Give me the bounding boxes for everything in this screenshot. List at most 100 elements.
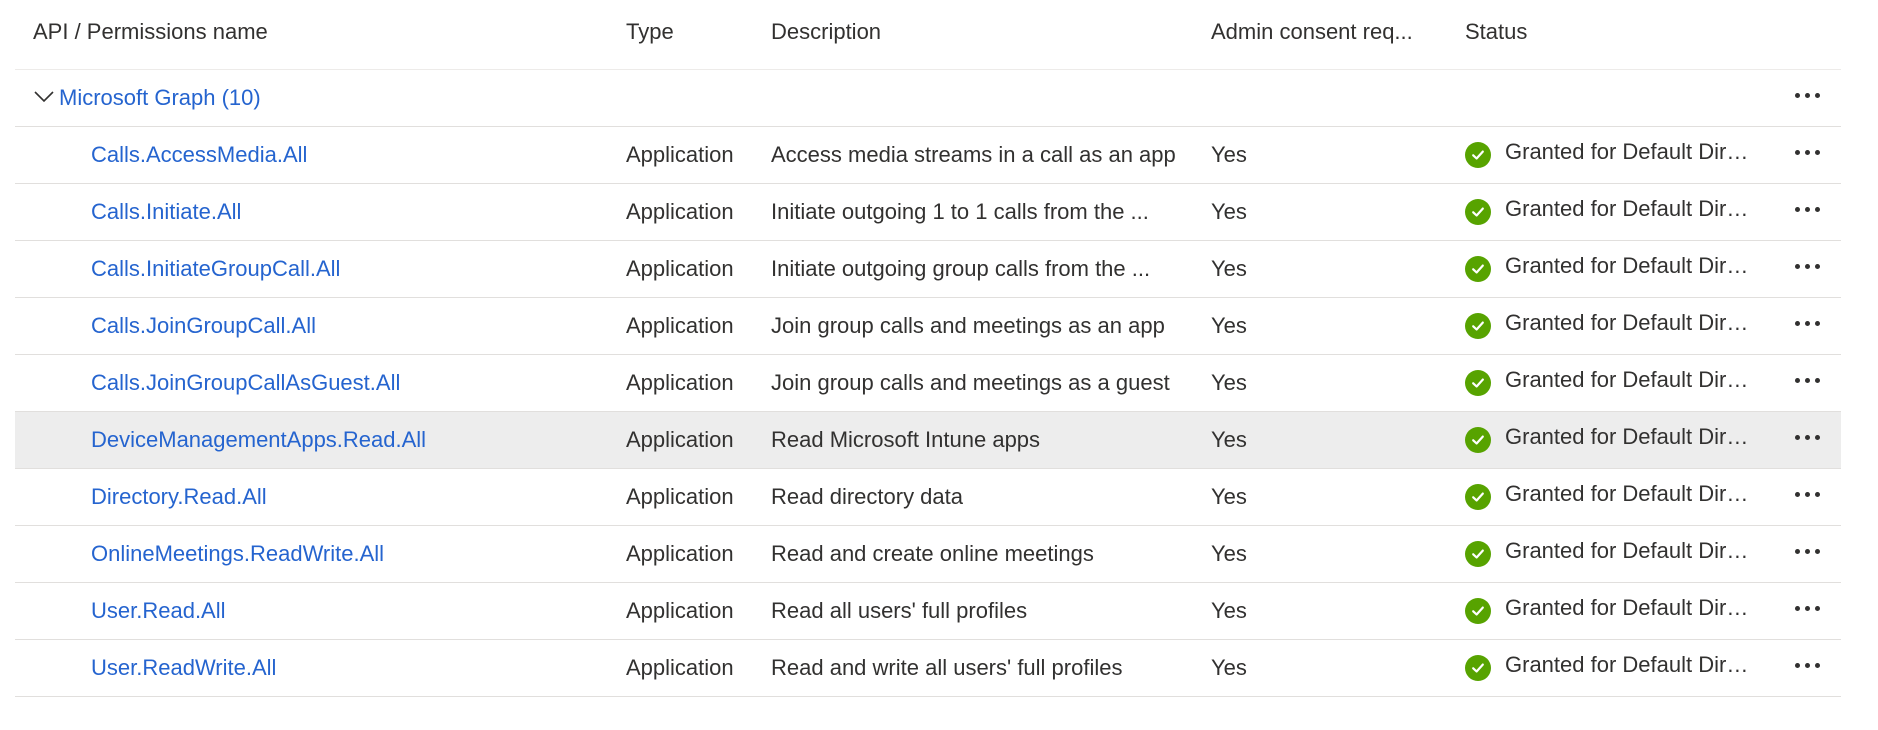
status-badge: Granted for Default Dire...: [1465, 481, 1753, 510]
description-text: Access media streams in a call as an app: [771, 142, 1176, 167]
status-text: Granted for Default Dire...: [1505, 367, 1753, 392]
permission-name-link[interactable]: User.ReadWrite.All: [91, 655, 276, 681]
status-text: Granted for Default Dire...: [1505, 652, 1753, 677]
status-badge: Granted for Default Dire...: [1465, 253, 1753, 282]
description-text: Join group calls and meetings as an app: [771, 313, 1165, 338]
status-text: Granted for Default Dire...: [1505, 481, 1753, 506]
row-more-button[interactable]: [1777, 469, 1837, 525]
table-row[interactable]: User.ReadWrite.All Application Read and …: [15, 640, 1841, 697]
status-badge: Granted for Default Dire...: [1465, 310, 1753, 339]
column-header-name[interactable]: API / Permissions name: [33, 4, 593, 59]
table-row[interactable]: Directory.Read.All Application Read dire…: [15, 469, 1841, 526]
permission-name-link[interactable]: Calls.JoinGroupCallAsGuest.All: [91, 370, 400, 396]
permission-name-link[interactable]: Calls.InitiateGroupCall.All: [91, 256, 340, 282]
status-badge: Granted for Default Dire...: [1465, 424, 1753, 453]
status-badge: Granted for Default Dire...: [1465, 139, 1753, 168]
status-cell: Granted for Default Dire...: [1465, 526, 1775, 582]
table-row[interactable]: Calls.JoinGroupCallAsGuest.All Applicati…: [15, 355, 1841, 412]
description-text: Read directory data: [771, 484, 963, 509]
status-cell: Granted for Default Dire...: [1465, 640, 1775, 696]
type-cell: Application: [626, 541, 734, 566]
status-cell: Granted for Default Dire...: [1465, 241, 1775, 297]
permission-name-cell: OnlineMeetings.ReadWrite.All: [91, 526, 611, 582]
table-row[interactable]: OnlineMeetings.ReadWrite.All Application…: [15, 526, 1841, 583]
status-cell: Granted for Default Dire...: [1465, 412, 1775, 468]
row-more-button[interactable]: [1777, 583, 1837, 639]
admin-consent-cell: Yes: [1211, 142, 1247, 167]
description-text: Read Microsoft Intune apps: [771, 427, 1041, 452]
row-more-button[interactable]: [1777, 127, 1837, 183]
row-more-button[interactable]: [1777, 640, 1837, 696]
admin-consent-cell: Yes: [1211, 370, 1247, 395]
description-text: Read and create online meetings: [771, 541, 1094, 566]
table-row[interactable]: Calls.InitiateGroupCall.All Application …: [15, 241, 1841, 298]
check-circle-icon: [1465, 199, 1491, 225]
group-toggle[interactable]: Microsoft Graph (10): [33, 70, 633, 126]
table-row[interactable]: DeviceManagementApps.Read.All Applicatio…: [15, 412, 1841, 469]
column-header-status[interactable]: Status: [1465, 4, 1775, 59]
admin-consent-cell: Yes: [1211, 655, 1247, 680]
type-cell: Application: [626, 655, 734, 680]
description-cell: Initiate outgoing 1 to 1 calls from the …: [771, 184, 1211, 240]
type-cell: Application: [626, 142, 734, 167]
row-more-button[interactable]: [1777, 526, 1837, 582]
group-more-button[interactable]: [1777, 70, 1837, 126]
group-row-microsoft-graph: Microsoft Graph (10): [15, 70, 1841, 127]
description-cell: Read Microsoft Intune apps: [771, 412, 1211, 468]
permission-name-cell: User.Read.All: [91, 583, 611, 639]
table-row[interactable]: Calls.Initiate.All Application Initiate …: [15, 184, 1841, 241]
more-icon: [1794, 662, 1820, 668]
type-cell: Application: [626, 484, 734, 509]
admin-consent-cell: Yes: [1211, 484, 1247, 509]
row-more-button[interactable]: [1777, 298, 1837, 354]
admin-consent-cell: Yes: [1211, 199, 1247, 224]
row-more-button[interactable]: [1777, 241, 1837, 297]
status-cell: Granted for Default Dire...: [1465, 469, 1775, 525]
admin-consent-cell: Yes: [1211, 427, 1247, 452]
more-icon: [1794, 149, 1820, 155]
admin-consent-cell: Yes: [1211, 598, 1247, 623]
description-text: Join group calls and meetings as a guest: [771, 370, 1170, 395]
chevron-down-icon: [33, 85, 55, 107]
description-cell: Access media streams in a call as an app: [771, 127, 1211, 183]
permission-name-link[interactable]: Calls.JoinGroupCall.All: [91, 313, 316, 339]
permission-name-link[interactable]: Calls.AccessMedia.All: [91, 142, 307, 168]
status-text: Granted for Default Dire...: [1505, 424, 1753, 449]
column-header-description[interactable]: Description: [771, 4, 1211, 59]
permission-name-cell: DeviceManagementApps.Read.All: [91, 412, 611, 468]
status-badge: Granted for Default Dire...: [1465, 652, 1753, 681]
permission-name-cell: Calls.JoinGroupCallAsGuest.All: [91, 355, 611, 411]
table-row[interactable]: Calls.AccessMedia.All Application Access…: [15, 127, 1841, 184]
column-header-type[interactable]: Type: [626, 4, 766, 59]
status-text: Granted for Default Dire...: [1505, 139, 1753, 164]
table-row[interactable]: Calls.JoinGroupCall.All Application Join…: [15, 298, 1841, 355]
group-label[interactable]: Microsoft Graph (10): [59, 85, 261, 111]
table-row[interactable]: User.Read.All Application Read all users…: [15, 583, 1841, 640]
check-circle-icon: [1465, 427, 1491, 453]
more-icon: [1794, 548, 1820, 554]
column-header-admin-consent[interactable]: Admin consent req...: [1211, 4, 1451, 59]
row-more-button[interactable]: [1777, 412, 1837, 468]
status-text: Granted for Default Dire...: [1505, 538, 1753, 563]
check-circle-icon: [1465, 313, 1491, 339]
row-more-button[interactable]: [1777, 355, 1837, 411]
check-circle-icon: [1465, 655, 1491, 681]
description-cell: Read and create online meetings: [771, 526, 1211, 582]
type-cell: Application: [626, 598, 734, 623]
permission-name-link[interactable]: DeviceManagementApps.Read.All: [91, 427, 426, 453]
status-badge: Granted for Default Dire...: [1465, 538, 1753, 567]
permission-name-link[interactable]: User.Read.All: [91, 598, 226, 624]
permission-name-link[interactable]: Calls.Initiate.All: [91, 199, 241, 225]
permission-name-link[interactable]: Directory.Read.All: [91, 484, 267, 510]
permission-name-cell: Calls.InitiateGroupCall.All: [91, 241, 611, 297]
check-circle-icon: [1465, 598, 1491, 624]
permission-name-link[interactable]: OnlineMeetings.ReadWrite.All: [91, 541, 384, 567]
description-cell: Initiate outgoing group calls from the .…: [771, 241, 1211, 297]
more-icon: [1794, 605, 1820, 611]
admin-consent-cell: Yes: [1211, 313, 1247, 338]
row-more-button[interactable]: [1777, 184, 1837, 240]
permission-name-cell: Calls.AccessMedia.All: [91, 127, 611, 183]
description-text: Read all users' full profiles: [771, 598, 1028, 623]
description-cell: Read and write all users' full profiles: [771, 640, 1211, 696]
permission-name-cell: User.ReadWrite.All: [91, 640, 611, 696]
